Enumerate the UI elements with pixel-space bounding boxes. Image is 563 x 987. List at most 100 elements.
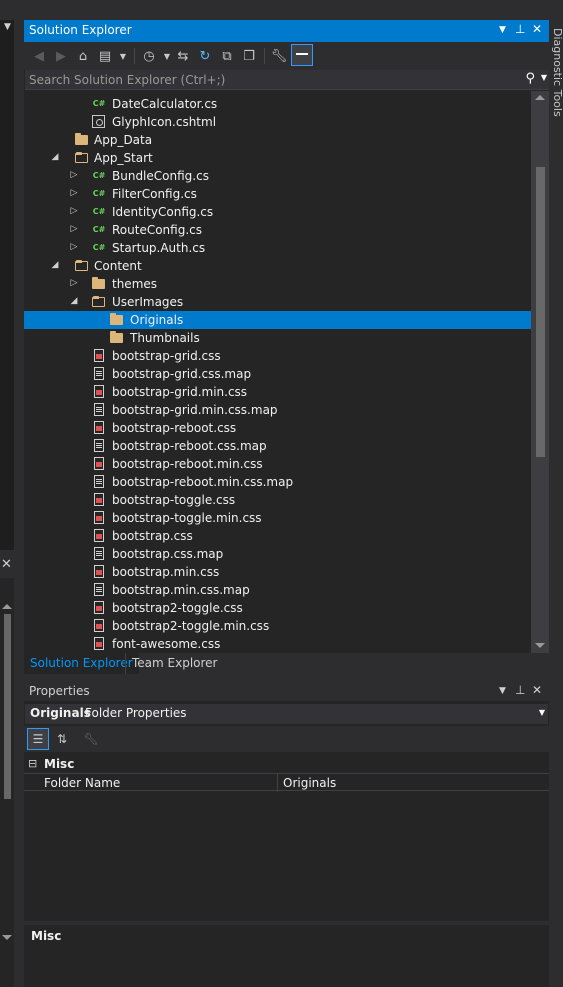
- scroll-up-icon[interactable]: [535, 95, 545, 100]
- tree-item[interactable]: bootstrap.css: [24, 527, 531, 545]
- property-pages-wrench-icon[interactable]: 🔧︎: [80, 728, 102, 750]
- tree-item[interactable]: bootstrap-grid.css.map: [24, 365, 531, 383]
- tree-item[interactable]: bootstrap-toggle.css: [24, 491, 531, 509]
- properties-title: Properties: [29, 684, 90, 698]
- tree-item-label: themes: [112, 277, 158, 291]
- tree-item[interactable]: ◢ App_Start: [24, 149, 531, 167]
- close-icon[interactable]: ✕: [532, 22, 542, 36]
- tree-item-label: FilterConfig.cs: [112, 187, 197, 201]
- left-scroll-down-icon[interactable]: [2, 935, 12, 940]
- tree-item[interactable]: ▷ C# BundleConfig.cs: [24, 167, 531, 185]
- selected-object-type: Folder Properties: [85, 706, 187, 720]
- collapse-all-icon[interactable]: ⧉: [218, 47, 236, 65]
- tab-team-explorer[interactable]: Team Explorer: [125, 653, 224, 674]
- column-divider[interactable]: [277, 774, 278, 792]
- expanded-arrow-icon[interactable]: ◢: [50, 152, 60, 162]
- tree-item-selected[interactable]: Originals: [24, 311, 531, 329]
- forward-icon[interactable]: ▶: [52, 47, 70, 65]
- collapsed-arrow-icon[interactable]: ▷: [69, 188, 79, 198]
- solution-explorer-panel: Solution Explorer ▼ ⊥ ✕ ◀ ▶ ⌂ ▤ ▼ ◷ ▼ ⇆ …: [24, 20, 549, 674]
- expanded-arrow-icon[interactable]: ◢: [50, 260, 60, 270]
- tree-item[interactable]: bootstrap-reboot.css: [24, 419, 531, 437]
- window-position-dropdown-icon[interactable]: ▼: [499, 686, 506, 696]
- show-all-files-icon[interactable]: ❐: [240, 47, 258, 65]
- tree-item[interactable]: font-awesome.css: [24, 635, 531, 653]
- collapsed-arrow-icon[interactable]: ▷: [69, 206, 79, 216]
- tab-solution-explorer[interactable]: Solution Explorer: [24, 653, 139, 674]
- window-position-dropdown-icon[interactable]: ▼: [499, 25, 506, 35]
- search-options-dropdown-icon[interactable]: ▼: [541, 73, 547, 82]
- diagnostic-tools-tab[interactable]: Diagnostic Tools: [551, 28, 563, 117]
- refresh-icon[interactable]: ↻: [196, 47, 214, 65]
- left-editor-area: [0, 20, 14, 550]
- left-close-icon[interactable]: ✕: [1, 557, 12, 572]
- property-row[interactable]: Folder Name Originals: [24, 773, 549, 792]
- tree-item[interactable]: bootstrap-toggle.min.css: [24, 509, 531, 527]
- tree-item[interactable]: bootstrap2-toggle.min.css: [24, 617, 531, 635]
- alphabetical-icon[interactable]: ⇅: [51, 728, 73, 750]
- switch-views-icon[interactable]: ▤: [96, 47, 114, 65]
- tree-item[interactable]: bootstrap-grid.min.css: [24, 383, 531, 401]
- tree-item[interactable]: bootstrap-reboot.min.css: [24, 455, 531, 473]
- tree-item[interactable]: bootstrap2-toggle.css: [24, 599, 531, 617]
- search-icon[interactable]: ⚲: [525, 71, 535, 86]
- scroll-down-icon[interactable]: [535, 643, 545, 648]
- pending-changes-filter-icon[interactable]: ◷: [140, 47, 158, 65]
- tree-item[interactable]: bootstrap-grid.min.css.map: [24, 401, 531, 419]
- tree-item[interactable]: ▷ C# RouteConfig.cs: [24, 221, 531, 239]
- close-icon[interactable]: ✕: [532, 683, 542, 697]
- solution-tree[interactable]: C# DateCalculator.cs GlyphIcon.cshtml Ap…: [24, 91, 531, 653]
- properties-wrench-icon[interactable]: 🔧︎: [270, 47, 288, 65]
- collapsed-arrow-icon[interactable]: ▷: [69, 170, 79, 180]
- tree-item[interactable]: bootstrap.min.css.map: [24, 581, 531, 599]
- tree-item-label: BundleConfig.cs: [112, 169, 209, 183]
- scrollbar-thumb[interactable]: [536, 167, 545, 457]
- collapsed-arrow-icon[interactable]: ▷: [69, 278, 79, 288]
- tree-scrollbar[interactable]: [531, 91, 549, 653]
- description-title: Misc: [31, 929, 62, 943]
- category-row[interactable]: ⊟ Misc: [24, 755, 549, 773]
- tree-item[interactable]: bootstrap.min.css: [24, 563, 531, 581]
- tree-item[interactable]: GlyphIcon.cshtml: [24, 113, 531, 131]
- tree-item-label: App_Start: [94, 151, 153, 165]
- switch-views-dropdown-icon[interactable]: ▼: [114, 47, 132, 65]
- map-file-icon: [91, 474, 107, 490]
- tree-item[interactable]: ▷ themes: [24, 275, 531, 293]
- tree-item[interactable]: ▷ C# IdentityConfig.cs: [24, 203, 531, 221]
- tree-item[interactable]: bootstrap-grid.css: [24, 347, 531, 365]
- tree-item-label: Thumbnails: [130, 331, 200, 345]
- back-icon[interactable]: ◀: [30, 47, 48, 65]
- home-icon[interactable]: ⌂: [74, 47, 92, 65]
- tree-item-label: bootstrap-grid.min.css.map: [112, 403, 278, 417]
- tree-item[interactable]: bootstrap-reboot.min.css.map: [24, 473, 531, 491]
- tree-item[interactable]: ◢ Content: [24, 257, 531, 275]
- left-scrollbar-thumb[interactable]: [4, 614, 11, 799]
- sync-with-active-document-icon[interactable]: ⇆: [174, 47, 192, 65]
- pin-icon[interactable]: ⊥: [515, 22, 525, 36]
- tree-item[interactable]: bootstrap.css.map: [24, 545, 531, 563]
- search-input[interactable]: [29, 72, 509, 88]
- folder-icon: [74, 132, 90, 148]
- tree-item[interactable]: C# DateCalculator.cs: [24, 95, 531, 113]
- tree-item[interactable]: ▷ C# FilterConfig.cs: [24, 185, 531, 203]
- object-selector-dropdown-icon[interactable]: ▼: [539, 708, 545, 717]
- tree-item[interactable]: bootstrap-reboot.css.map: [24, 437, 531, 455]
- tree-item-label: Startup.Auth.cs: [112, 241, 206, 255]
- collapsed-arrow-icon[interactable]: ▷: [69, 242, 79, 252]
- tree-item[interactable]: Thumbnails: [24, 329, 531, 347]
- preview-selected-items-button[interactable]: [291, 44, 313, 66]
- collapse-category-icon[interactable]: ⊟: [28, 757, 37, 770]
- tree-item-label: bootstrap-toggle.css: [112, 493, 236, 507]
- property-value[interactable]: Originals: [283, 776, 336, 790]
- left-dropdown-icon[interactable]: ▼: [4, 22, 11, 32]
- categorized-icon[interactable]: ☰: [27, 728, 49, 750]
- collapsed-arrow-icon[interactable]: ▷: [69, 224, 79, 234]
- pin-icon[interactable]: ⊥: [515, 683, 525, 697]
- tree-item[interactable]: App_Data: [24, 131, 531, 149]
- search-box[interactable]: ⚲ ▼: [25, 70, 549, 90]
- left-scroll-up-icon[interactable]: [2, 604, 12, 609]
- tree-item[interactable]: ▷ C# Startup.Auth.cs: [24, 239, 531, 257]
- object-selector[interactable]: Originals Folder Properties ▼: [25, 704, 548, 724]
- expanded-arrow-icon[interactable]: ◢: [69, 296, 79, 306]
- tree-item[interactable]: ◢ UserImages: [24, 293, 531, 311]
